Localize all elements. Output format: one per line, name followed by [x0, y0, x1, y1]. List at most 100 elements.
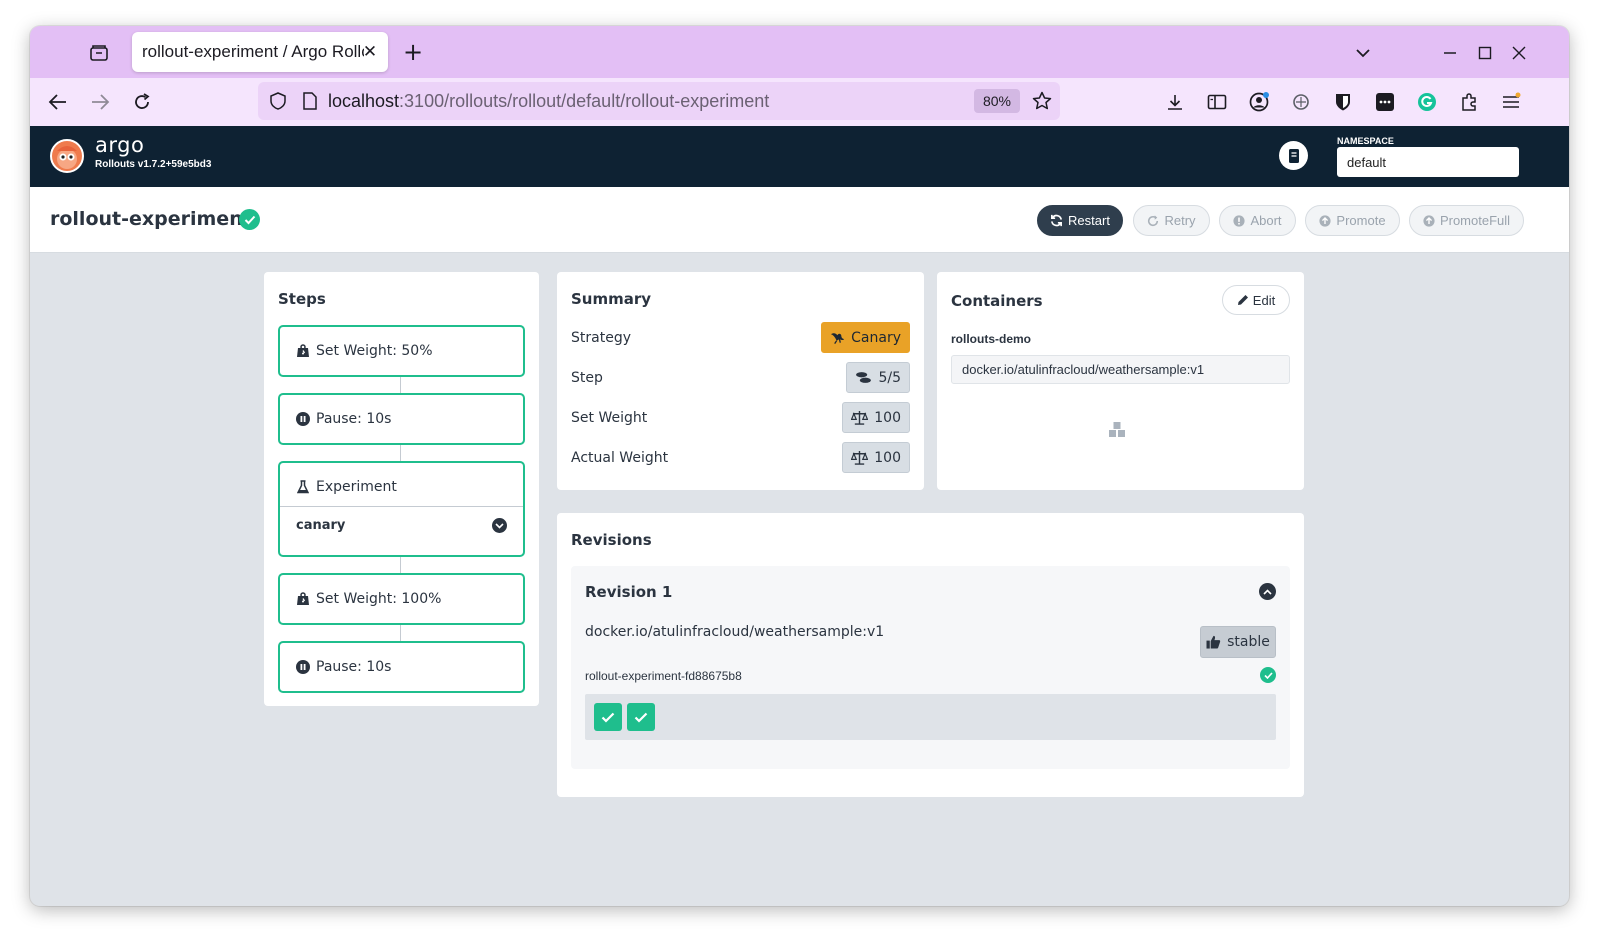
namespace-label: NAMESPACE [1337, 136, 1394, 146]
new-tab-icon[interactable]: + [400, 40, 426, 66]
summary-card: Summary Strategy Canary Step 5/5 Set Wei… [557, 272, 924, 490]
grammarly-icon[interactable] [1414, 89, 1440, 115]
rollout-toolbar: rollout-experiment Restart Retry Abort P… [30, 187, 1569, 253]
pencil-icon [1237, 295, 1248, 305]
minimize-icon[interactable] [1437, 40, 1463, 66]
version-label: Rollouts v1.7.2+59e5bd3 [95, 159, 212, 170]
maximize-icon[interactable] [1472, 40, 1498, 66]
page-icon [300, 91, 320, 111]
back-icon[interactable] [44, 88, 72, 116]
containers-title: Containers [951, 292, 1043, 310]
promote-full-button[interactable]: PromoteFull [1409, 205, 1524, 236]
promote-label: Promote [1336, 213, 1386, 228]
sync-icon [1051, 214, 1063, 227]
step-set-weight-50[interactable]: Set Weight: 50% [278, 325, 525, 377]
rollout-title: rollout-experiment [50, 208, 252, 230]
tab-list-icon[interactable] [86, 40, 112, 66]
retry-label: Retry [1164, 213, 1196, 228]
account-icon[interactable] [1246, 89, 1272, 115]
summary-title: Summary [571, 290, 652, 308]
forward-icon[interactable] [86, 88, 114, 116]
pause-icon [296, 660, 310, 674]
abort-button[interactable]: Abort [1219, 205, 1296, 236]
thumbs-up-icon [1206, 635, 1221, 649]
promote-button[interactable]: Promote [1305, 205, 1400, 236]
step-pause-10s[interactable]: Pause: 10s [278, 393, 525, 445]
pause-icon [296, 412, 310, 426]
step-value: 5/5 [878, 369, 901, 386]
browser-window: rollout-experiment / Argo Rollouts ✕ + [30, 26, 1569, 906]
healthy-check-icon [239, 209, 260, 230]
revisions-title: Revisions [571, 531, 652, 549]
argo-logo [50, 139, 84, 173]
window-close-icon[interactable] [1506, 40, 1532, 66]
strategy-badge: Canary [821, 322, 910, 353]
dove-icon [831, 332, 845, 344]
zoom-level[interactable]: 80% [974, 89, 1020, 113]
url-bar[interactable]: localhost:3100/rollouts/rollout/default/… [258, 82, 1060, 120]
reload-icon[interactable] [128, 88, 156, 116]
step-label: Experiment [316, 479, 397, 495]
bitwarden-icon[interactable] [1330, 89, 1356, 115]
replicaset-name[interactable]: rollout-experiment-fd88675b8 [585, 669, 742, 683]
puzzle-icon[interactable] [1456, 89, 1482, 115]
check-icon [634, 712, 648, 723]
app-menu-icon[interactable] [1498, 89, 1524, 115]
actual-weight-value: 100 [874, 449, 901, 466]
exclamation-circle-icon [1233, 214, 1246, 227]
step-label: Set Weight: 100% [316, 591, 442, 607]
revision-title: Revision 1 [585, 583, 673, 601]
step-label: Step [571, 370, 603, 386]
cubes-icon [1107, 421, 1127, 439]
step-connector [400, 625, 401, 641]
pod-ready[interactable] [594, 703, 622, 731]
pod-list [585, 694, 1276, 740]
shield-icon[interactable] [268, 91, 288, 111]
stable-label: stable [1227, 634, 1270, 650]
container-image-field[interactable]: docker.io/atulinfracloud/weathersample:v… [951, 355, 1290, 384]
healthy-check-icon [1260, 667, 1276, 683]
shoe-prints-icon [856, 372, 872, 383]
step-pause-10s[interactable]: Pause: 10s [278, 641, 525, 693]
pod-ready[interactable] [627, 703, 655, 731]
set-weight-badge: 100 [842, 402, 910, 433]
download-icon[interactable] [1162, 89, 1188, 115]
menu-dots-icon[interactable] [1372, 89, 1398, 115]
tab-bar: rollout-experiment / Argo Rollouts ✕ + [30, 26, 1569, 78]
chevron-circle-up-icon[interactable] [1259, 583, 1276, 600]
check-icon [601, 712, 615, 723]
balance-scale-icon [851, 450, 869, 465]
extension-icon[interactable] [1288, 89, 1314, 115]
restart-button[interactable]: Restart [1037, 205, 1123, 236]
revision-image: docker.io/atulinfracloud/weathersample:v… [585, 624, 885, 640]
arrow-circle-up-icon [1319, 214, 1331, 227]
step-label: Set Weight: 50% [316, 343, 433, 359]
set-weight-label: Set Weight [571, 410, 648, 426]
step-label: Pause: 10s [316, 659, 392, 675]
arrow-circle-up-icon [1423, 214, 1435, 227]
promote-full-label: PromoteFull [1439, 213, 1511, 228]
bookmark-star-icon[interactable] [1032, 91, 1052, 111]
edit-button[interactable]: Edit [1222, 285, 1290, 315]
step-connector [400, 377, 401, 393]
brand-name: argo [95, 133, 145, 157]
active-tab[interactable]: rollout-experiment / Argo Rollouts ✕ [132, 32, 388, 72]
app-header: argo Rollouts v1.7.2+59e5bd3 NAMESPACE [30, 126, 1569, 187]
url-host: localhost [328, 91, 400, 111]
tab-close-icon[interactable]: ✕ [360, 42, 380, 62]
set-weight-value: 100 [874, 409, 901, 426]
namespace-input[interactable] [1337, 147, 1519, 177]
chevron-circle-down-icon[interactable] [492, 518, 507, 533]
nav-bar: localhost:3100/rollouts/rollout/default/… [30, 78, 1569, 126]
containers-card: Containers Edit rollouts-demo docker.io/… [937, 272, 1304, 490]
revisions-card: Revisions Revision 1 docker.io/atulinfra… [557, 513, 1304, 797]
stable-badge: stable [1200, 626, 1276, 658]
step-set-weight-100[interactable]: Set Weight: 100% [278, 573, 525, 625]
step-label: Pause: 10s [316, 411, 392, 427]
steps-title: Steps [278, 290, 326, 308]
step-experiment[interactable]: Experiment canary [278, 461, 525, 557]
reader-view-icon[interactable] [1204, 89, 1230, 115]
chevron-down-icon[interactable] [1350, 40, 1376, 66]
book-icon[interactable] [1279, 141, 1308, 170]
retry-button[interactable]: Retry [1133, 205, 1210, 236]
